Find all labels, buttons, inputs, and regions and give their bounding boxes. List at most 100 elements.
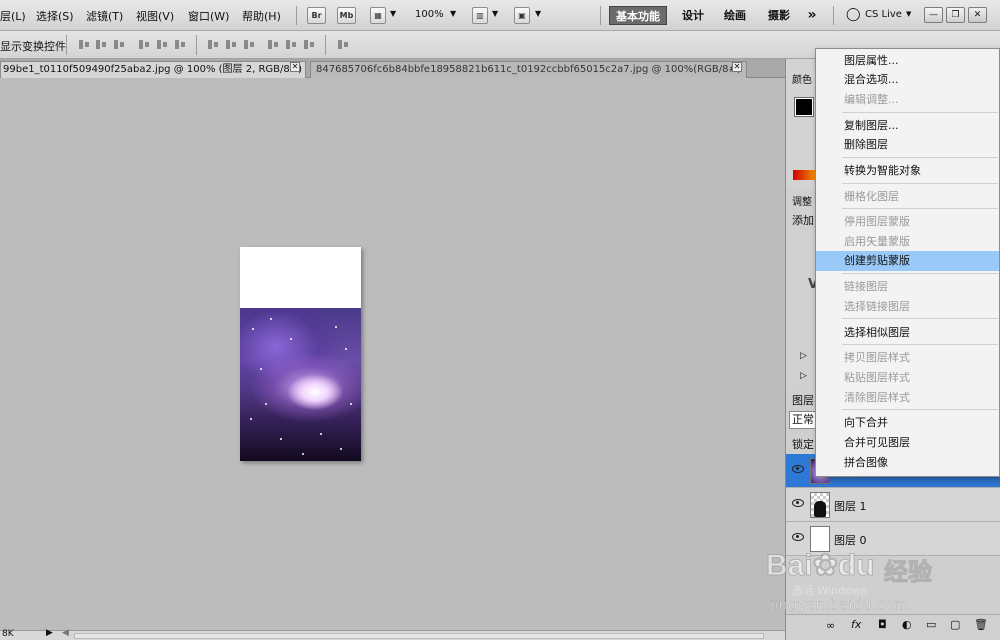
menu-item[interactable]: 转换为智能对象 xyxy=(816,161,999,181)
tab-color[interactable]: 颜色 xyxy=(792,71,812,86)
expand-arrow-icon[interactable]: ▷ xyxy=(800,371,807,381)
distribute-hcenter-icon[interactable] xyxy=(284,38,298,51)
chevron-down-icon[interactable]: ▼ xyxy=(535,9,541,18)
divider xyxy=(325,35,326,55)
align-left-icon[interactable] xyxy=(137,38,151,51)
add-adjustment-label: 添加 xyxy=(792,214,814,227)
show-transform-controls-label[interactable]: 显示变换控件 xyxy=(0,38,66,54)
chevron-down-icon[interactable]: ▼ xyxy=(450,9,456,18)
distribute-top-icon[interactable] xyxy=(206,38,220,51)
workspace-photography[interactable]: 摄影 xyxy=(762,6,796,25)
divider xyxy=(833,6,834,25)
tab-adjustments[interactable]: 调整 xyxy=(792,193,812,208)
menu-window[interactable]: 窗口(W) xyxy=(188,8,229,24)
menu-item[interactable]: 混合选项... xyxy=(816,70,999,90)
cs-live-icon[interactable]: ◯ xyxy=(846,7,861,22)
menu-item[interactable]: 合并可见图层 xyxy=(816,433,999,453)
baidu-watermark: Bai✿du 经验 激活 Windows jingyan.baidu.com xyxy=(762,548,982,623)
close-icon[interactable]: ✕ xyxy=(290,62,300,72)
restore-icon[interactable]: ❐ xyxy=(946,7,965,23)
menu-select[interactable]: 选择(S) xyxy=(36,8,74,24)
watermark-url: jingyan.baidu.com xyxy=(770,596,909,615)
chevron-down-icon[interactable]: ▼ xyxy=(390,9,396,18)
tab-document-1[interactable]: 99be1_t0110f509490f25aba2.jpg @ 100% (图层… xyxy=(0,61,306,78)
arrange-documents-icon[interactable]: ▥ xyxy=(472,7,488,24)
layer-name[interactable]: 图层 1 xyxy=(834,498,867,514)
menu-item: 停用图层蒙版 xyxy=(844,215,910,228)
menu-item[interactable]: 向下合并 xyxy=(816,413,999,433)
distribute-vcenter-icon[interactable] xyxy=(224,38,238,51)
menu-separator xyxy=(842,318,998,319)
menu-separator xyxy=(842,112,998,113)
menu-item[interactable]: 删除图层 xyxy=(816,135,999,155)
menu-item[interactable]: 复制图层... xyxy=(816,116,999,136)
close-icon[interactable]: ✕ xyxy=(968,7,987,23)
cs-live-label[interactable]: CS Live xyxy=(865,9,902,20)
menu-filter[interactable]: 滤镜(T) xyxy=(86,8,123,24)
horizontal-scrollbar[interactable] xyxy=(74,633,764,639)
align-right-icon[interactable] xyxy=(173,38,187,51)
menu-item: 启用矢量蒙版 xyxy=(844,235,910,248)
menu-item[interactable]: 创建剪贴蒙版 xyxy=(816,251,999,271)
watermark-brand: Bai✿du xyxy=(766,549,875,583)
visibility-eye-icon[interactable] xyxy=(792,499,804,507)
menu-item[interactable]: 拼合图像 xyxy=(816,453,999,473)
status-menu-arrow-icon[interactable]: ▶ xyxy=(46,628,53,638)
menu-item[interactable]: 图层属性... xyxy=(816,51,999,71)
document-canvas[interactable] xyxy=(240,247,361,461)
foreground-color-swatch[interactable] xyxy=(794,97,814,117)
menu-layer[interactable]: 层(L) xyxy=(0,8,26,24)
align-top-icon[interactable] xyxy=(77,38,91,51)
screen-mode-icon[interactable]: ▣ xyxy=(514,7,530,24)
scroll-left-icon[interactable]: ◀ xyxy=(62,628,69,638)
menu-help[interactable]: 帮助(H) xyxy=(242,8,281,24)
chevron-down-icon[interactable]: ▼ xyxy=(492,9,498,18)
align-hcenter-icon[interactable] xyxy=(155,38,169,51)
bridge-button[interactable]: Br xyxy=(307,7,326,24)
blend-mode-select[interactable]: 正常 xyxy=(789,411,817,429)
mini-bridge-button[interactable]: Mb xyxy=(337,7,356,24)
align-bottom-icon[interactable] xyxy=(112,38,126,51)
white-layer-area xyxy=(240,247,361,308)
layer-name[interactable]: 图层 0 xyxy=(834,532,867,548)
visibility-eye-icon[interactable] xyxy=(792,533,804,541)
layer-row[interactable]: 图层 1 xyxy=(786,488,1000,522)
distribute-left-icon[interactable] xyxy=(266,38,280,51)
divider xyxy=(66,35,67,55)
document-tab-bar: 99be1_t0110f509490f25aba2.jpg @ 100% (图层… xyxy=(0,59,785,78)
menu-separator xyxy=(842,208,998,209)
galaxy-image xyxy=(240,308,361,461)
distribute-bottom-icon[interactable] xyxy=(242,38,256,51)
workspace-design[interactable]: 设计 xyxy=(676,6,710,25)
layer-context-menu: 图层属性... 混合选项... 编辑调整... 复制图层... 删除图层 转换为智能对象栅… xyxy=(815,48,1000,477)
menu-item: 拷贝图层样式 xyxy=(844,351,910,364)
tab-layers[interactable]: 图层 xyxy=(792,392,814,408)
status-bar: 8K ▶ ◀ xyxy=(0,628,785,640)
close-icon[interactable]: ✕ xyxy=(732,62,742,72)
align-vcenter-icon[interactable] xyxy=(94,38,108,51)
workspace-essentials[interactable]: 基本功能 xyxy=(609,6,667,25)
menu-item: 栅格化图层 xyxy=(844,190,899,203)
minimize-icon[interactable]: — xyxy=(924,7,943,23)
menu-item: 链接图层 xyxy=(844,280,888,293)
visibility-eye-icon[interactable] xyxy=(792,465,804,473)
tab-document-2[interactable]: 847685706fc6b84bbfe18958821b611c_t0192cc… xyxy=(310,61,747,78)
more-workspaces-icon[interactable]: » xyxy=(802,6,822,25)
layer-shape-silhouette xyxy=(814,501,826,517)
canvas-area[interactable] xyxy=(0,79,785,630)
distribute-right-icon[interactable] xyxy=(302,38,316,51)
auto-align-icon[interactable] xyxy=(336,38,350,51)
menu-item[interactable]: 选择相似图层 xyxy=(816,323,999,343)
menu-item: 清除图层样式 xyxy=(844,391,910,404)
menu-view[interactable]: 视图(V) xyxy=(136,8,174,24)
chevron-down-icon[interactable]: ▼ xyxy=(906,10,911,18)
menu-item: 粘贴图层样式 xyxy=(844,371,910,384)
divider xyxy=(296,6,297,25)
layer-thumbnail xyxy=(810,492,830,518)
menu-separator xyxy=(842,183,998,184)
zoom-level[interactable]: 100% xyxy=(415,9,444,20)
workspace-painting[interactable]: 绘画 xyxy=(718,6,752,25)
menu-bar: 层(L) 选择(S) 滤镜(T) 视图(V) 窗口(W) 帮助(H) Br Mb… xyxy=(0,0,1000,31)
expand-arrow-icon[interactable]: ▷ xyxy=(800,351,807,361)
view-extras-icon[interactable]: ▦ xyxy=(370,7,386,24)
